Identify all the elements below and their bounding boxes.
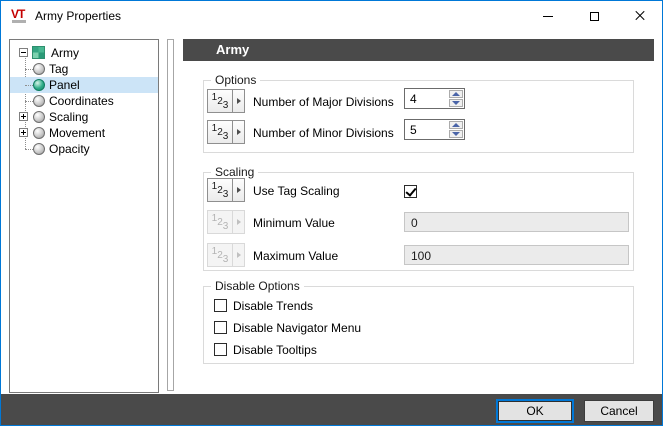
tree-item-label: Coordinates xyxy=(49,94,114,108)
collapse-icon[interactable] xyxy=(19,48,28,57)
disable-trends-checkbox[interactable] xyxy=(214,299,227,312)
maximum-value-label: Maximum Value xyxy=(253,249,338,263)
property-ball-icon xyxy=(33,63,45,75)
tree-panel-splitter[interactable] xyxy=(167,39,174,391)
tree-item-label: Tag xyxy=(49,62,68,76)
spin-up-icon[interactable] xyxy=(449,90,463,98)
123-icon: 123 xyxy=(208,90,233,112)
major-divisions-label: Number of Major Divisions xyxy=(253,95,394,109)
army-properties-dialog: VT Army Properties Army Tag Panel Coordi… xyxy=(0,0,663,426)
tree-connector-stub xyxy=(25,85,33,86)
minimum-value-field: 0 xyxy=(404,212,629,232)
tag-binding-button-major-divisions[interactable]: 123 xyxy=(207,89,245,113)
spin-up-icon[interactable] xyxy=(449,121,463,129)
minimize-button[interactable] xyxy=(525,1,571,31)
tree-item-coordinates[interactable]: Coordinates xyxy=(10,93,158,109)
major-divisions-spinner[interactable]: 4 xyxy=(404,88,465,109)
123-icon: 123 xyxy=(208,121,233,143)
property-tree: Army Tag Panel Coordinates Scaling Movem… xyxy=(9,39,159,393)
property-ball-icon-active xyxy=(33,79,45,91)
123-icon: 123 xyxy=(208,244,233,266)
tree-connector-stub xyxy=(25,69,33,70)
close-button[interactable] xyxy=(617,1,663,31)
spin-down-icon[interactable] xyxy=(449,99,463,107)
scaling-group-title: Scaling xyxy=(211,165,258,179)
tree-item-label: Panel xyxy=(49,78,80,92)
tree-item-label: Movement xyxy=(49,126,105,140)
use-tag-scaling-checkbox[interactable] xyxy=(404,185,417,198)
tag-arrow-icon xyxy=(233,244,244,266)
minimum-value-label: Minimum Value xyxy=(253,216,335,230)
tag-arrow-icon xyxy=(233,211,244,233)
disable-options-group-title: Disable Options xyxy=(211,279,304,293)
property-ball-icon xyxy=(33,111,45,123)
army-panel-icon xyxy=(32,46,45,59)
vt-app-icon: VT xyxy=(11,7,29,25)
tag-binding-button-minimum-value: 123 xyxy=(207,210,245,234)
disable-navigator-menu-label: Disable Navigator Menu xyxy=(233,321,361,335)
disable-tooltips-label: Disable Tooltips xyxy=(233,343,317,357)
tree-item-tag[interactable]: Tag xyxy=(10,61,158,77)
panel-header: Army xyxy=(183,39,654,61)
use-tag-scaling-label: Use Tag Scaling xyxy=(253,184,340,198)
minor-divisions-value[interactable]: 5 xyxy=(405,120,448,139)
tag-binding-button-use-tag-scaling[interactable]: 123 xyxy=(207,178,245,202)
property-ball-icon xyxy=(33,95,45,107)
panel-header-title: Army xyxy=(216,42,249,57)
minimize-icon xyxy=(543,16,553,17)
close-icon xyxy=(634,10,646,22)
tree-connector-stub xyxy=(25,149,33,150)
tree-item-label: Army xyxy=(51,46,79,60)
tree-item-panel[interactable]: Panel xyxy=(10,77,158,93)
tag-binding-button-minor-divisions[interactable]: 123 xyxy=(207,120,245,144)
expand-icon[interactable] xyxy=(19,112,28,121)
tree-item-opacity[interactable]: Opacity xyxy=(10,141,158,157)
maximize-icon xyxy=(590,12,599,21)
ok-button[interactable]: OK xyxy=(498,401,572,421)
tag-arrow-icon[interactable] xyxy=(233,121,244,143)
tag-binding-button-maximum-value: 123 xyxy=(207,243,245,267)
major-divisions-value[interactable]: 4 xyxy=(405,89,448,108)
disable-navigator-menu-checkbox[interactable] xyxy=(214,321,227,334)
property-ball-icon xyxy=(33,143,45,155)
tree-item-label: Opacity xyxy=(49,142,90,156)
disable-trends-label: Disable Trends xyxy=(233,299,313,313)
123-icon: 123 xyxy=(208,179,233,201)
title-bar[interactable]: VT Army Properties xyxy=(1,1,662,31)
tree-item-scaling[interactable]: Scaling xyxy=(10,109,158,125)
window-title: Army Properties xyxy=(35,9,121,23)
spin-down-icon[interactable] xyxy=(449,130,463,138)
tree-item-movement[interactable]: Movement xyxy=(10,125,158,141)
123-icon: 123 xyxy=(208,211,233,233)
options-group-title: Options xyxy=(211,73,260,87)
property-ball-icon xyxy=(33,127,45,139)
maximize-button[interactable] xyxy=(571,1,617,31)
tree-item-army[interactable]: Army xyxy=(10,45,158,61)
tree-connector-stub xyxy=(25,101,33,102)
expand-icon[interactable] xyxy=(19,128,28,137)
minor-divisions-spinner[interactable]: 5 xyxy=(404,119,465,140)
minor-divisions-label: Number of Minor Divisions xyxy=(253,126,394,140)
tree-item-label: Scaling xyxy=(49,110,88,124)
maximum-value-field: 100 xyxy=(404,245,629,265)
cancel-button[interactable]: Cancel xyxy=(584,400,654,422)
tag-arrow-icon[interactable] xyxy=(233,90,244,112)
disable-tooltips-checkbox[interactable] xyxy=(214,343,227,356)
tag-arrow-icon[interactable] xyxy=(233,179,244,201)
